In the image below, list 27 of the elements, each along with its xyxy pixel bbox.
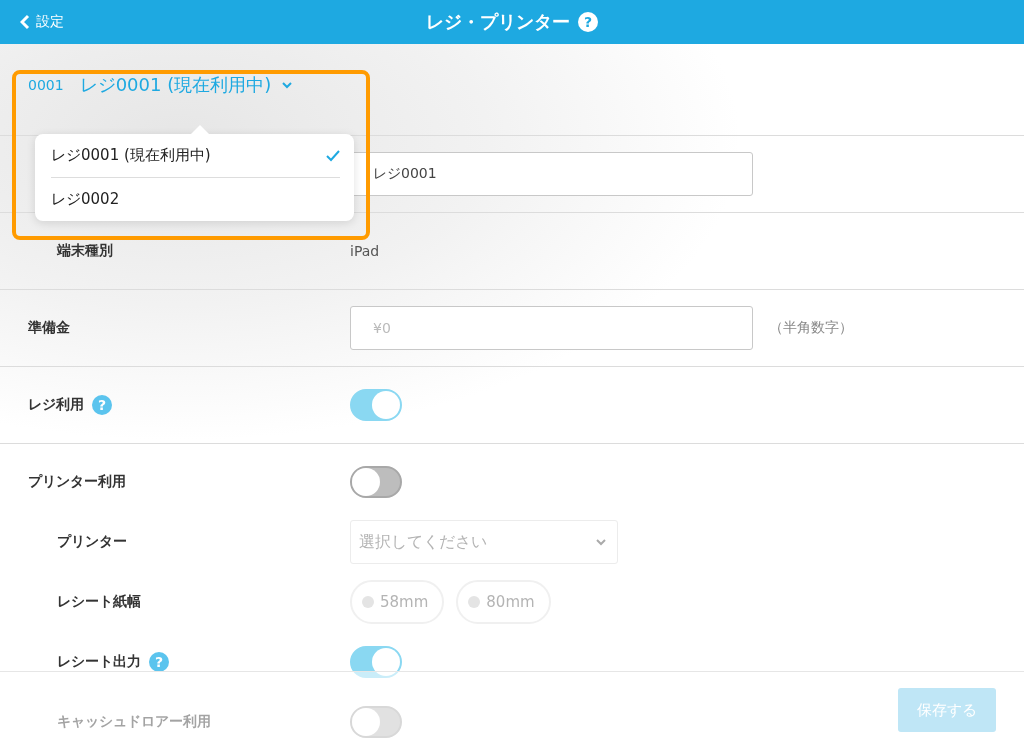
toggle-switch[interactable]: [350, 389, 402, 421]
register-code: 0001: [28, 76, 64, 93]
field-label: プリンター利用: [28, 473, 126, 491]
page-title: レジ・プリンター: [426, 10, 570, 34]
dropdown-option[interactable]: レジ0002: [51, 178, 340, 221]
help-icon[interactable]: ?: [578, 12, 598, 32]
back-button[interactable]: 設定: [16, 0, 68, 44]
help-icon[interactable]: ?: [149, 652, 169, 672]
input-field[interactable]: ¥0: [350, 306, 753, 350]
field-label: プリンター: [57, 533, 127, 551]
field-label: 準備金: [28, 319, 70, 337]
check-icon: [326, 149, 340, 162]
chevron-icon: [595, 536, 607, 548]
register-selector[interactable]: レジ0001 (現在利用中): [79, 72, 294, 97]
field-label: レシート出力: [57, 653, 141, 671]
toggle-switch[interactable]: [350, 646, 402, 678]
field-label: レシート紙幅: [57, 593, 141, 611]
device-type: iPad: [350, 243, 380, 259]
back-icon: [20, 14, 30, 30]
input-hint: （半角数字）: [769, 319, 853, 337]
field-label: レジ利用: [28, 396, 84, 414]
toggle-switch[interactable]: [350, 706, 402, 738]
field-label: 端末種別: [57, 242, 113, 260]
field-label: キャッシュドロアー利用: [57, 713, 211, 731]
toggle-switch[interactable]: [350, 466, 402, 498]
dropdown-option[interactable]: レジ0001 (現在利用中): [51, 134, 340, 178]
help-icon[interactable]: ?: [92, 395, 112, 415]
